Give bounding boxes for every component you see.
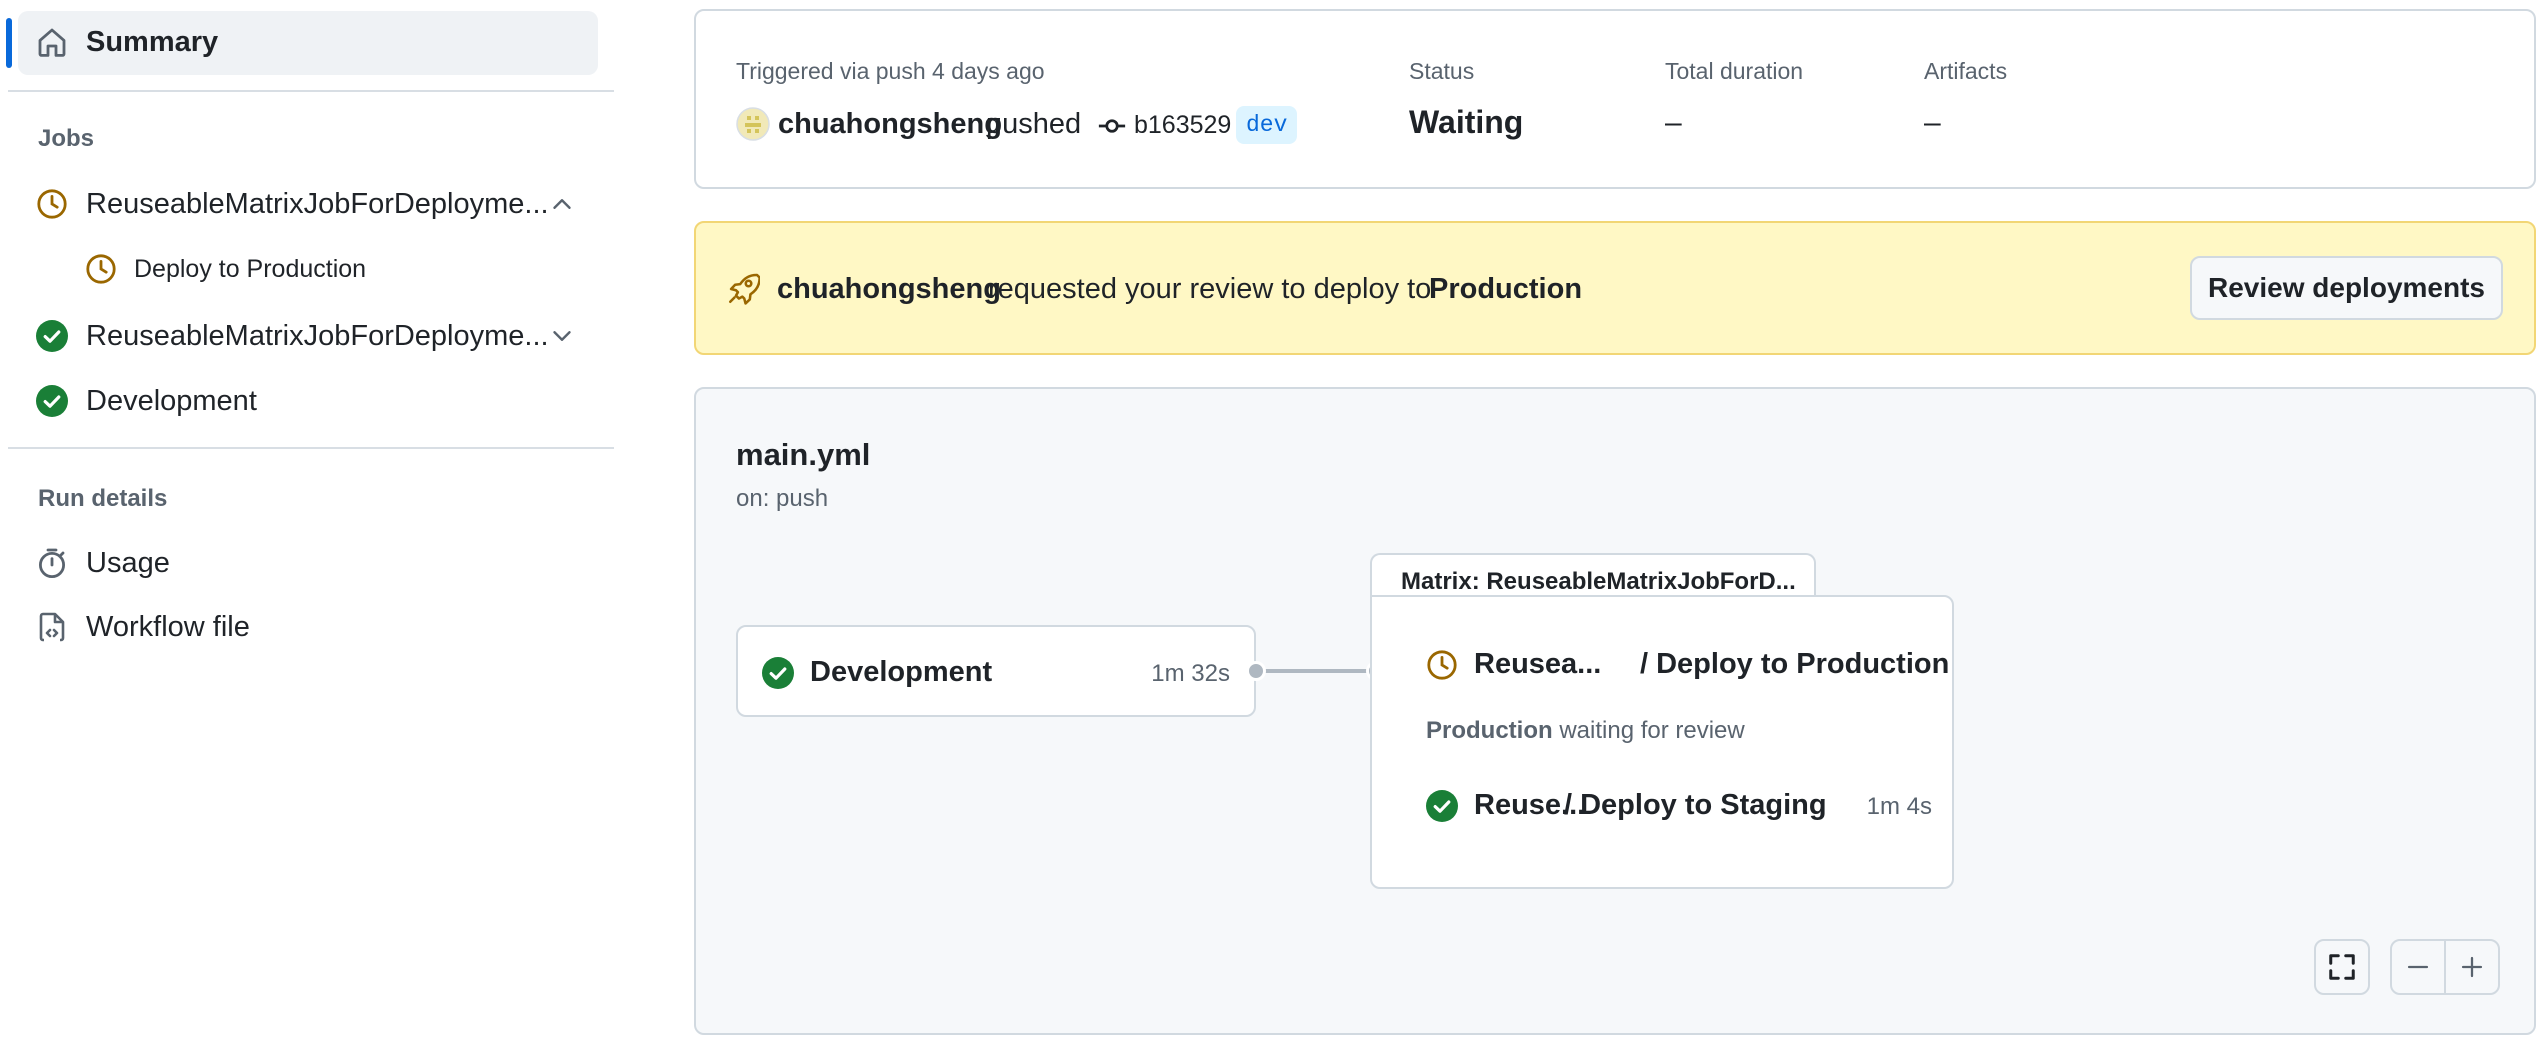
run-details-heading: Run details	[38, 485, 168, 512]
workflow-graph: main.yml on: push Development 1m 32s Mat…	[694, 387, 2536, 1035]
status-value: Waiting	[1409, 104, 1524, 140]
trigger-text: Triggered via push 4 days ago	[736, 58, 1045, 84]
matrix-tab-join	[1372, 597, 1816, 601]
job-label: / Deploy to Production	[1640, 648, 1950, 680]
artifacts-label: Artifacts	[1924, 58, 2008, 84]
artifacts-value: –	[1924, 106, 1941, 139]
sidebar-job-development[interactable]: Development	[20, 377, 598, 425]
plus-icon	[2459, 954, 2485, 980]
check-circle-icon	[36, 320, 68, 352]
job-node-development[interactable]: Development 1m 32s	[736, 625, 1256, 717]
sidebar-job-label: Deploy to Production	[134, 255, 367, 283]
push-action-text: pushed	[986, 108, 1082, 140]
job-duration: 1m 32s	[1151, 660, 1230, 687]
zoom-out-button[interactable]	[2390, 939, 2446, 995]
workflow-run-page: Summary Jobs ReuseableMatrixJobForDeploy…	[0, 0, 2542, 1042]
sidebar-job-reuseable-matrix-staging[interactable]: ReuseableMatrixJobForDeployme...	[20, 312, 598, 360]
duration-value: –	[1665, 106, 1682, 139]
job-duration: 1m 4s	[1866, 793, 1932, 820]
git-commit-icon	[1098, 112, 1126, 140]
sidebar-job-label: ReuseableMatrixJobForDeployme...	[86, 320, 549, 352]
sidebar-item-summary[interactable]: Summary	[18, 11, 598, 75]
production-review-note: Production waiting for review	[1426, 717, 1745, 745]
sidebar-job-label: Development	[86, 385, 257, 417]
divider	[8, 90, 614, 92]
run-summary-card: Triggered via push 4 days ago chuahongsh…	[694, 9, 2536, 189]
job-connector	[1256, 669, 1376, 673]
note-text: waiting for review	[1559, 717, 1745, 744]
divider	[8, 447, 614, 449]
actor-link[interactable]: chuahongsheng	[778, 108, 1002, 141]
duration-label: Total duration	[1665, 58, 1804, 84]
chevron-down-icon[interactable]	[550, 324, 574, 348]
banner-actor[interactable]: chuahongsheng	[777, 273, 1001, 306]
commit-sha-link[interactable]: b163529	[1134, 111, 1231, 140]
sidebar-item-usage[interactable]: Usage	[20, 539, 598, 587]
connector-dot	[1246, 661, 1266, 681]
banner-message: requested your review to deploy to	[988, 273, 1432, 305]
check-circle-icon	[36, 385, 68, 417]
stopwatch-icon	[36, 547, 68, 579]
branch-badge[interactable]: dev	[1236, 106, 1298, 144]
file-code-icon	[36, 611, 68, 643]
clock-icon	[36, 188, 68, 220]
sidebar-job-deploy-to-production[interactable]: Deploy to Production	[70, 245, 598, 293]
matrix-group: Reusea... / Deploy to Production Product…	[1370, 595, 1954, 889]
sidebar-item-workflow-file[interactable]: Workflow file	[20, 603, 598, 651]
note-environment: Production	[1426, 717, 1553, 744]
clock-icon	[85, 253, 117, 285]
check-circle-icon	[1426, 790, 1458, 822]
active-indicator	[6, 18, 12, 68]
clock-icon	[1426, 649, 1458, 681]
sidebar-job-label: ReuseableMatrixJobForDeployme...	[86, 188, 549, 220]
matrix-tab: Matrix: ReuseableMatrixJobForD...	[1370, 553, 1816, 597]
job-label: / Deploy to Staging	[1564, 789, 1827, 821]
status-label: Status	[1409, 58, 1475, 84]
chevron-up-icon[interactable]	[550, 192, 574, 216]
minus-icon	[2405, 954, 2431, 980]
job-node-deploy-to-staging[interactable]: Reuse... / Deploy to Staging 1m 4s	[1402, 784, 1932, 832]
sidebar-job-reuseable-matrix-production[interactable]: ReuseableMatrixJobForDeployme...	[20, 180, 598, 228]
jobs-heading: Jobs	[38, 125, 95, 152]
job-label: Development	[810, 656, 993, 688]
fullscreen-button[interactable]	[2314, 939, 2370, 995]
rocket-icon	[726, 272, 760, 306]
matrix-title: Matrix: ReuseableMatrixJobForD...	[1401, 568, 1796, 595]
workflow-file-name[interactable]: main.yml	[736, 437, 870, 473]
zoom-in-button[interactable]	[2444, 939, 2500, 995]
sidebar-item-label: Usage	[86, 547, 170, 579]
review-deployments-button[interactable]: Review deployments	[2190, 256, 2503, 320]
workflow-trigger: on: push	[736, 485, 829, 512]
sidebar: Summary Jobs ReuseableMatrixJobForDeploy…	[0, 0, 615, 1042]
avatar[interactable]	[736, 107, 770, 141]
sidebar-item-label: Summary	[86, 26, 219, 58]
job-prefix: Reusea...	[1474, 648, 1602, 680]
sidebar-item-label: Workflow file	[86, 611, 250, 643]
job-node-deploy-to-production[interactable]: Reusea... / Deploy to Production	[1402, 643, 1949, 691]
home-icon	[36, 26, 68, 58]
review-request-banner: chuahongsheng requested your review to d…	[694, 221, 2536, 355]
check-circle-icon	[762, 657, 794, 689]
fullscreen-icon	[2327, 952, 2357, 982]
banner-environment: Production	[1429, 273, 1583, 305]
